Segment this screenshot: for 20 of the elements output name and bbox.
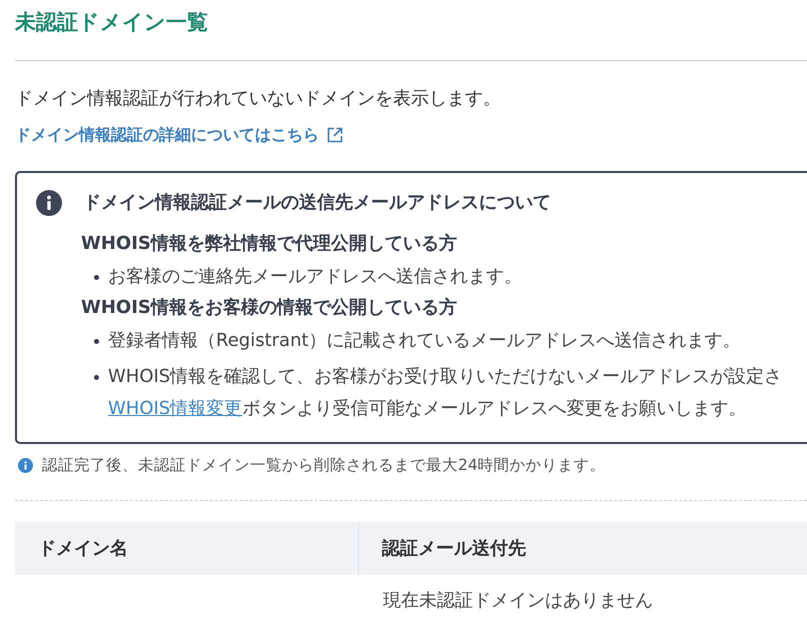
description-text: ドメイン情報認証が行われていないドメインを表示します。 (15, 87, 501, 111)
column-header: 認証メール送付先 (358, 522, 807, 575)
page-title: 未認証ドメイン一覧 (15, 9, 208, 36)
whois-change-link[interactable]: WHOIS情報変更 (108, 398, 242, 419)
bullet-text: WHOIS情報を確認して、お客様がお受け取りいただけないメールアドレスが設定さ WHOIS情報変更ボタンより受信可能なメールアドレスへ変更をお願いします。 (108, 365, 782, 421)
detail-link[interactable]: ドメイン情報認証の詳細についてはこちら (15, 123, 343, 147)
bullet-icon (94, 275, 99, 280)
info-icon (18, 458, 33, 472)
bullet-icon (94, 375, 99, 380)
empty-message: 現在未認証ドメインはありません (382, 589, 654, 613)
notice-heading: ドメイン情報認証メールの送信先メールアドレスについて (83, 191, 551, 215)
section-heading: WHOIS情報をお客様の情報で公開している方 (81, 296, 457, 320)
external-link-icon (327, 127, 343, 143)
section-heading: WHOIS情報を弊社情報で代理公開している方 (81, 232, 457, 256)
bullet-text: お客様のご連絡先メールアドレスへ送信されます。 (108, 265, 522, 289)
info-icon (36, 190, 62, 216)
note-text: 認証完了後、未認証ドメイン一覧から削除されるまで最大24時間かかります。 (42, 455, 606, 476)
bullet-icon (94, 339, 99, 344)
bullet-text: 登録者情報（Registrant）に記載されているメールアドレスへ送信されます。 (108, 329, 741, 353)
column-header: ドメイン名 (15, 522, 358, 575)
